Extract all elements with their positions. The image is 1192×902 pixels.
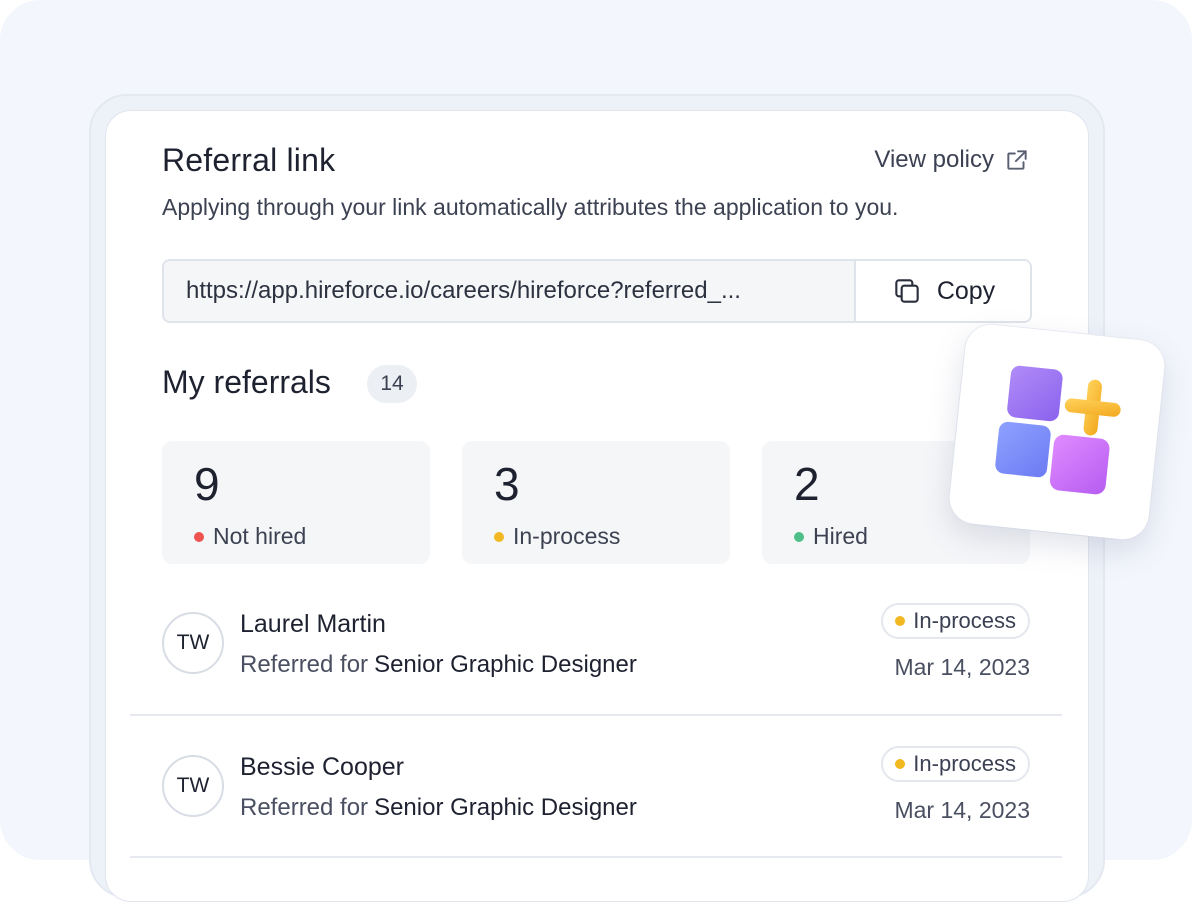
stat-value: 2 <box>794 458 820 510</box>
candidate-name: Laurel Martin <box>240 610 386 638</box>
referral-count-badge: 14 <box>367 365 417 403</box>
copy-icon <box>895 279 919 303</box>
referral-subtitle: Applying through your link automatically… <box>162 194 899 220</box>
list-item[interactable]: TW Laurel Martin Referred for Senior Grap… <box>130 572 1062 714</box>
stat-label-row: In-process <box>494 523 620 550</box>
stat-value: 3 <box>494 458 520 510</box>
status-badge: In-process <box>881 746 1030 782</box>
referral-date: Mar 14, 2023 <box>894 797 1030 823</box>
referred-prefix: Referred for <box>240 651 369 678</box>
stat-label: Hired <box>813 523 868 549</box>
list-item[interactable]: TW Bessie Cooper Referred for Senior Grap… <box>130 715 1062 857</box>
avatar: TW <box>162 755 224 817</box>
candidate-name: Bessie Cooper <box>240 753 404 781</box>
stat-not-hired: 9 Not hired <box>162 441 430 564</box>
stat-label-row: Not hired <box>194 523 306 550</box>
my-referrals-title: My referrals <box>162 364 331 400</box>
referral-link-input[interactable]: https://app.hireforce.io/careers/hirefor… <box>164 261 856 321</box>
copy-button[interactable]: Copy <box>856 261 1030 321</box>
status-badge: In-process <box>881 603 1030 639</box>
stat-label-row: Hired <box>794 523 868 550</box>
status-dot-green <box>794 531 804 542</box>
referral-link-field: https://app.hireforce.io/careers/hirefor… <box>162 259 1032 323</box>
referral-date: Mar 14, 2023 <box>894 654 1030 680</box>
copy-label: Copy <box>936 276 996 305</box>
referred-prefix: Referred for <box>240 794 369 821</box>
add-apps-icon <box>995 365 1121 495</box>
status-dot-yellow <box>494 531 504 542</box>
status-label: In-process <box>913 751 1016 776</box>
external-link-icon <box>1007 150 1027 170</box>
status-dot-yellow <box>895 759 906 769</box>
role-name: Senior Graphic Designer <box>374 794 637 821</box>
add-apps-widget <box>947 322 1167 542</box>
referred-for: Referred for Senior Graphic Designer <box>240 651 637 679</box>
status-label: In-process <box>913 608 1016 633</box>
status-dot-red <box>194 531 204 542</box>
role-name: Senior Graphic Designer <box>374 651 637 678</box>
stat-in-process: 3 In-process <box>462 441 730 564</box>
referral-link-title: Referral link <box>162 142 336 178</box>
stat-label: In-process <box>513 523 621 549</box>
view-policy-link[interactable]: View policy <box>874 146 1030 174</box>
stat-value: 9 <box>194 458 220 510</box>
referred-for: Referred for Senior Graphic Designer <box>240 794 637 822</box>
view-policy-label: View policy <box>874 146 994 173</box>
divider <box>130 856 1062 858</box>
referral-link-value: https://app.hireforce.io/careers/hirefor… <box>186 277 741 304</box>
status-dot-yellow <box>895 616 906 626</box>
avatar: TW <box>162 612 224 674</box>
stat-label: Not hired <box>213 523 307 549</box>
